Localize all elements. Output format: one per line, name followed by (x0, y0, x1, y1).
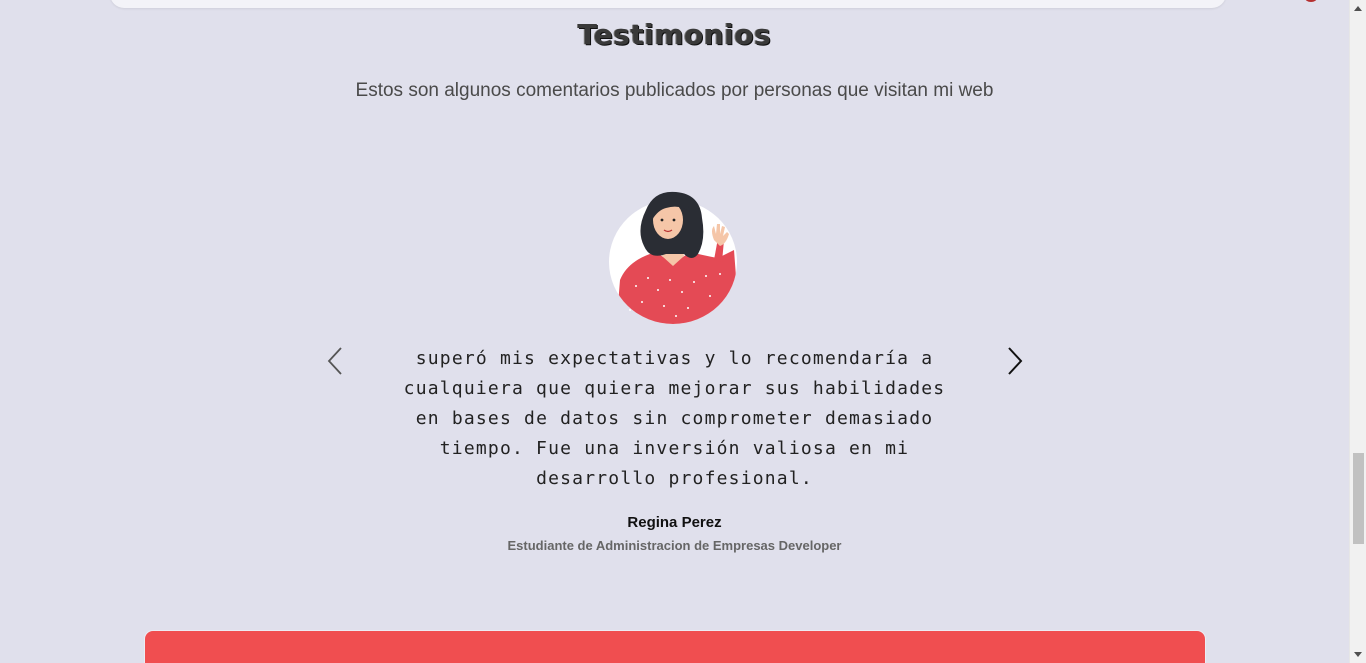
testimonial-quote: superó mis expectativas y lo recomendarí… (403, 348, 946, 489)
chevron-right-icon (1008, 347, 1023, 375)
scroll-up-arrow-icon[interactable] (1354, 6, 1362, 11)
scrollbar-thumb[interactable] (1353, 453, 1364, 544)
section-subtitle: Estos son algunos comentarios publicados… (355, 80, 994, 101)
vertical-scrollbar[interactable] (1349, 0, 1366, 663)
page: Testimonios Estos son algunos comentario… (0, 0, 1366, 663)
scroll-down-arrow-icon[interactable] (1354, 652, 1362, 657)
previous-testimonial-button[interactable] (323, 345, 347, 377)
top-navigation-bar (110, 0, 1226, 8)
testimonial-author-name: Regina Perez (627, 514, 722, 531)
next-section-panel (145, 631, 1205, 663)
testimonial-avatar (606, 190, 740, 326)
chevron-left-icon (327, 347, 342, 375)
section-title: Testimonios (577, 18, 772, 51)
next-testimonial-button[interactable] (1003, 345, 1027, 377)
top-corner-badge (1305, 0, 1317, 2)
testimonial-author-role: Estudiante de Administracion de Empresas… (507, 538, 842, 553)
